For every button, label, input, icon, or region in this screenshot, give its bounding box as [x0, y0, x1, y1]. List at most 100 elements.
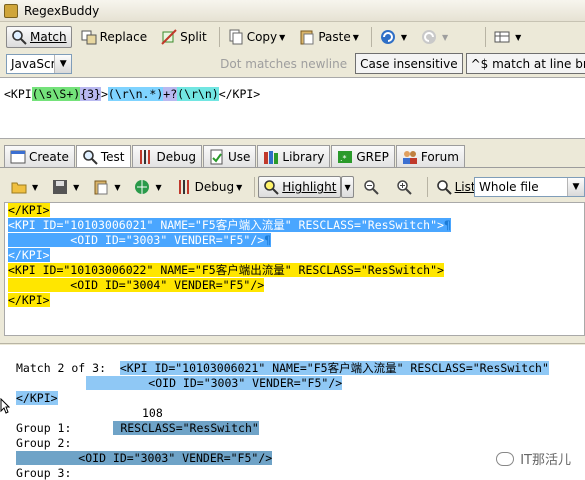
- test-subject-editor[interactable]: </KPI> <KPI ID="10103006021" NAME="F5客户端入…: [4, 202, 585, 336]
- grep-icon: .*: [337, 149, 353, 165]
- test-icon: [82, 149, 98, 165]
- match-text: <KPI ID="10103006021" NAME="F5客户端入流量" RE…: [119, 361, 549, 375]
- tab-test[interactable]: Test: [75, 145, 131, 168]
- line-break-toggle[interactable]: ^$ match at line brea: [465, 53, 585, 74]
- paste-icon: [93, 179, 109, 195]
- zoom-out-icon: [363, 179, 379, 195]
- grid-icon: [494, 29, 510, 45]
- test-line: <OID ID="3004" VENDER="F5"/>: [5, 278, 584, 293]
- undo-icon: [380, 29, 396, 45]
- tab-divider: [0, 167, 585, 168]
- pane-splitter[interactable]: [0, 336, 585, 344]
- group-text: RESCLASS="ResSwitch": [113, 421, 259, 435]
- debug-button[interactable]: Debug ▼: [171, 176, 248, 198]
- test-line: <KPI ID="10103006021" NAME="F5客户端入流量" RE…: [5, 218, 584, 233]
- chevron-down-icon: ▼: [279, 32, 286, 42]
- match-button[interactable]: Match: [6, 26, 72, 48]
- line-break-marker: ¶: [264, 233, 272, 247]
- chevron-down-icon: ▼: [400, 32, 408, 42]
- test-lines: </KPI> <KPI ID="10103006021" NAME="F5客户端入…: [5, 203, 584, 308]
- save-button[interactable]: ▼: [47, 176, 84, 198]
- chevron-down-icon: ▼: [114, 182, 121, 192]
- main-toolbar: Match Replace Split Copy ▼ Paste ▼ ▼ ▼ ▼: [0, 24, 585, 50]
- redo-button[interactable]: ▼: [416, 26, 453, 48]
- regex-editor[interactable]: <KPI(\s\S+){3}>(\r\n.*)+?(\r\n)</KPI>: [0, 77, 585, 139]
- paste-icon: [299, 29, 315, 45]
- title-bar: RegexBuddy: [0, 0, 585, 22]
- tab-bar: Create Test Debug Use Library .* GREP Fo…: [0, 145, 585, 168]
- chevron-down-icon: ▼: [155, 182, 162, 192]
- tab-use[interactable]: Use: [202, 145, 257, 167]
- result-match-line: Match 2 of 3: <KPI ID="10103006021" NAME…: [16, 361, 549, 375]
- test-line-text: </KPI>: [8, 203, 50, 217]
- tab-forum[interactable]: Forum: [395, 145, 465, 167]
- regex-token: (\r\n): [177, 87, 219, 101]
- layout-button[interactable]: ▼: [489, 26, 526, 48]
- chevron-down-icon: ▼: [32, 182, 39, 192]
- result-group-3: Group 3:: [16, 466, 72, 480]
- test-line-text: <KPI ID="10103006022" NAME="F5客户端出流量" RE…: [8, 263, 444, 277]
- tab-library[interactable]: Library: [257, 145, 331, 167]
- wechat-icon: [496, 451, 515, 466]
- regex-text: <KPI(\s\S+){3}>(\r\n.*)+?(\r\n)</KPI>: [4, 87, 260, 101]
- replace-button[interactable]: Replace: [76, 26, 152, 48]
- test-line: <KPI ID="10103006022" NAME="F5客户端出流量" RE…: [5, 263, 584, 278]
- case-insensitive-toggle[interactable]: Case insensitive: [355, 53, 463, 74]
- search-icon: [436, 179, 452, 195]
- test-line-text: <OID ID="3004" VENDER="F5"/>: [8, 278, 265, 292]
- previous-match-button[interactable]: [358, 176, 387, 198]
- mouse-cursor-icon: [0, 398, 10, 414]
- debug-icon: [138, 149, 154, 165]
- regex-token: >: [100, 87, 108, 101]
- regex-token: {3}: [80, 87, 101, 101]
- tab-debug[interactable]: Debug: [131, 145, 202, 167]
- create-icon: [10, 149, 26, 165]
- history-button[interactable]: ▼: [375, 26, 412, 48]
- highlight-dropdown[interactable]: ▼: [341, 176, 354, 198]
- next-match-button[interactable]: [391, 176, 420, 198]
- test-line-text: <OID ID="3003" VENDER="F5"/>: [8, 233, 265, 247]
- library-icon: [263, 149, 279, 165]
- regex-token: <KPI: [4, 87, 32, 101]
- copy-icon: [228, 29, 244, 45]
- line-break-marker: ¶: [443, 218, 451, 232]
- web-button[interactable]: ▼: [129, 176, 166, 198]
- use-icon: [209, 149, 225, 165]
- test-line-text: </KPI>: [8, 293, 50, 307]
- results-pane[interactable]: Match 2 of 3: <KPI ID="10103006021" NAME…: [0, 345, 585, 480]
- tab-create[interactable]: Create: [4, 145, 75, 167]
- test-line: </KPI>: [5, 203, 584, 218]
- match-text: <OID ID="3003" VENDER="F5"/>: [86, 376, 343, 390]
- chevron-down-icon: ▼: [54, 54, 72, 73]
- result-offset: 108: [142, 406, 163, 420]
- chevron-down-icon: ▼: [442, 32, 449, 42]
- forum-icon: [402, 149, 418, 165]
- regex-token: (\s\S+): [31, 87, 81, 101]
- open-button[interactable]: ▼: [6, 176, 43, 198]
- separator: [426, 177, 428, 197]
- window-title: RegexBuddy: [24, 3, 100, 18]
- result-match-line: </KPI>: [16, 391, 585, 406]
- flavor-select[interactable]: JavaScript ▼: [6, 53, 73, 74]
- scope-select[interactable]: Whole file ▼: [474, 177, 585, 197]
- globe-icon: [134, 179, 150, 195]
- test-line: </KPI>: [5, 293, 584, 308]
- split-button[interactable]: Split: [156, 26, 212, 48]
- paste-button[interactable]: Paste ▼: [294, 26, 364, 48]
- separator: [218, 27, 220, 47]
- regex-token: </KPI>: [218, 87, 261, 101]
- chevron-down-icon: ▼: [344, 182, 351, 192]
- tab-grep[interactable]: .* GREP: [331, 145, 395, 167]
- result-match-line: <OID ID="3003" VENDER="F5"/>: [16, 376, 585, 391]
- result-group-1: Group 1: RESCLASS="ResSwitch": [16, 421, 259, 435]
- paste-test-button[interactable]: ▼: [88, 176, 125, 198]
- zoom-in-icon: [396, 179, 412, 195]
- test-line-text: <KPI ID="10103006021" NAME="F5客户端入流量" RE…: [8, 218, 444, 232]
- svg-text:.*: .*: [340, 154, 347, 163]
- highlight-button[interactable]: Highlight: [258, 176, 342, 198]
- split-icon: [161, 29, 177, 45]
- copy-button[interactable]: Copy ▼: [223, 26, 291, 48]
- dot-matches-newline-toggle[interactable]: Dot matches newline: [215, 53, 352, 74]
- chevron-down-icon: ▼: [73, 182, 80, 192]
- folder-icon: [11, 179, 27, 195]
